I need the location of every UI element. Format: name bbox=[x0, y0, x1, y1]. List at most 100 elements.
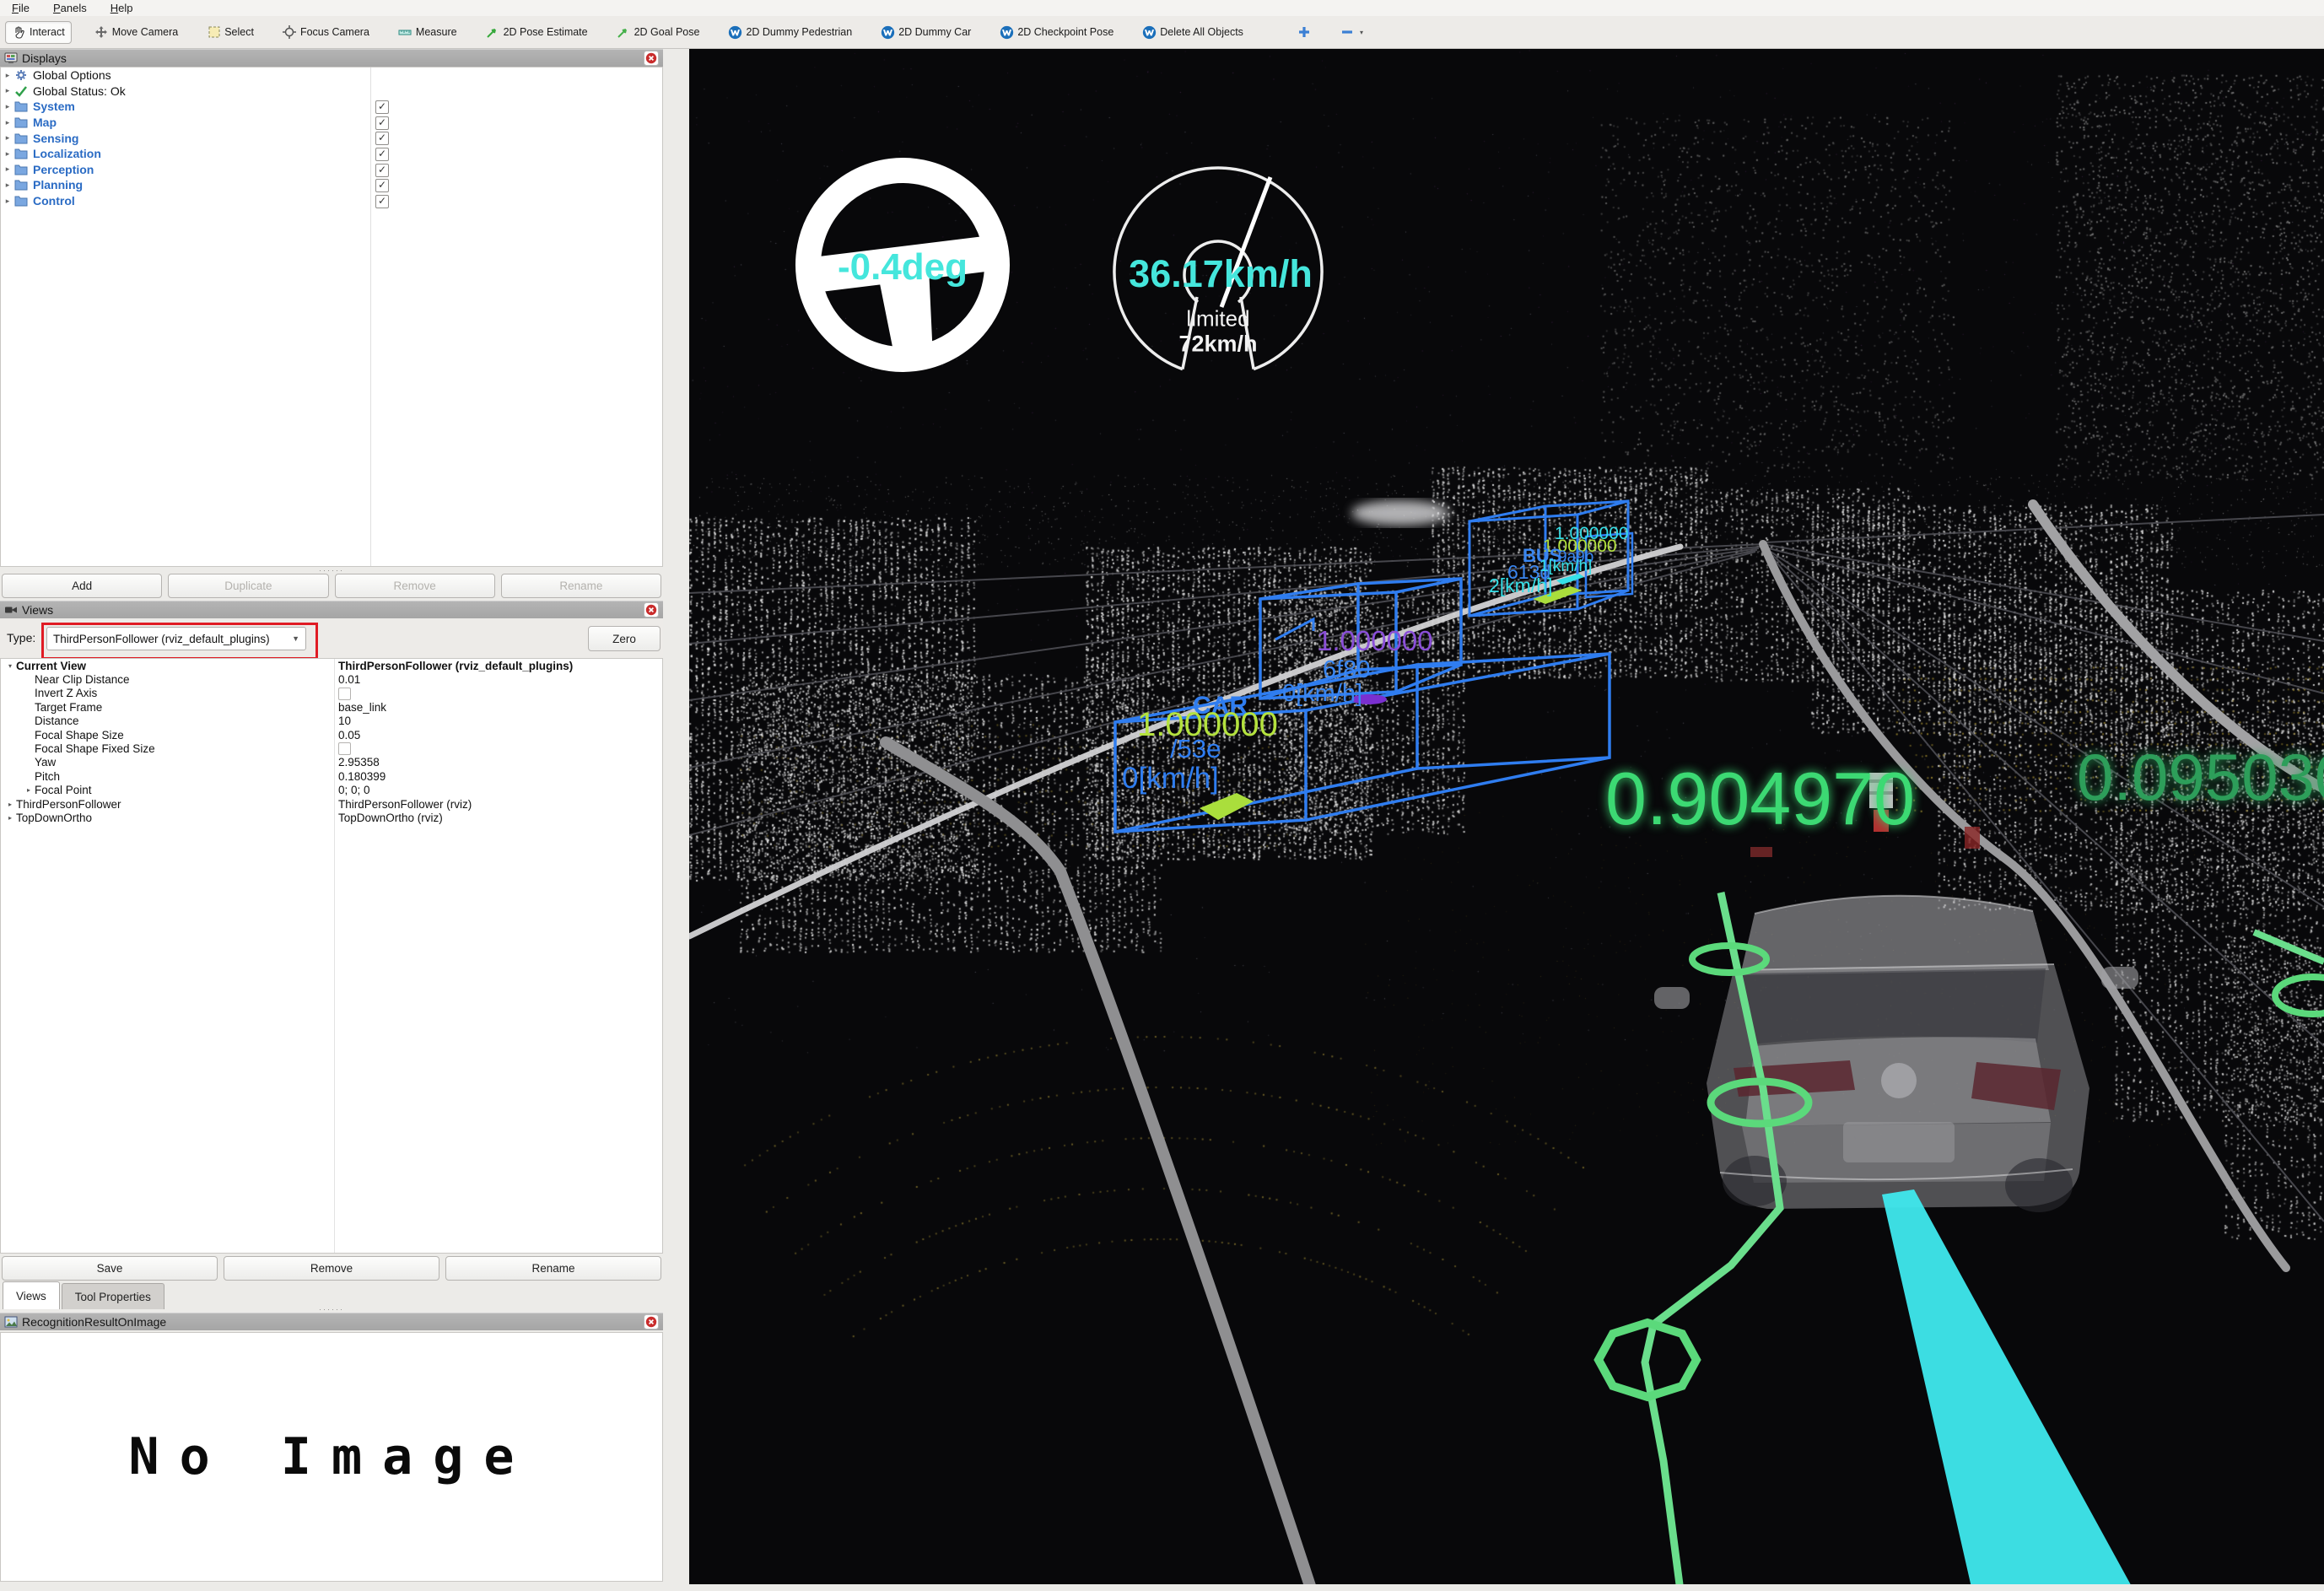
scene-label: 0.904970 bbox=[1605, 756, 1915, 842]
toolbar: Interact Move Camera Select Focus Camera Mea… bbox=[0, 16, 2324, 49]
displays-row-map[interactable]: ▸ Map ✓ bbox=[1, 115, 662, 131]
view-type-dropdown[interactable]: ThirdPersonFollower (rviz_default_plugin… bbox=[46, 627, 306, 650]
toolbar-button-label: Measure bbox=[416, 26, 457, 38]
enabled-checkbox[interactable]: ✓ bbox=[375, 100, 389, 114]
display-row-label: Global Status: Ok bbox=[33, 84, 126, 98]
close-icon[interactable] bbox=[644, 1314, 659, 1329]
view-property-row-invert-z-axis[interactable]: Invert Z Axis bbox=[1, 687, 662, 700]
displays-row-localization[interactable]: ▸Localization✓ bbox=[1, 146, 662, 162]
view-property-row-near-clip-distance[interactable]: Near Clip Distance 0.01 bbox=[1, 672, 662, 686]
property-value[interactable]: 2.95358 bbox=[338, 756, 380, 769]
displays-rename-button[interactable]: Rename bbox=[501, 574, 661, 598]
toolbar-button-2d-dummy-car[interactable]: 2D Dummy Car bbox=[875, 22, 977, 43]
property-value[interactable]: 10 bbox=[338, 715, 351, 727]
caret-down-icon[interactable]: ▾ bbox=[4, 662, 16, 670]
view-property-row-yaw[interactable]: Yaw2.95358 bbox=[1, 756, 662, 769]
toolbar-button-focus-camera[interactable]: Focus Camera bbox=[277, 22, 375, 43]
splitter-handle[interactable]: ······ bbox=[0, 568, 663, 573]
property-value[interactable]: 0.180399 bbox=[338, 770, 386, 783]
displays-row-sensing[interactable]: ▸Sensing✓ bbox=[1, 130, 662, 146]
view-property-row-focal-shape-size[interactable]: Focal Shape Size0.05 bbox=[1, 728, 662, 742]
3d-viewport[interactable]: -0.4deg 36.17km/h limited 72km/h CAR1.00… bbox=[689, 49, 2324, 1584]
caret-right-icon[interactable]: ▸ bbox=[1, 71, 14, 80]
view-property-row-focal-point[interactable]: ▸Focal Point0; 0; 0 bbox=[1, 784, 662, 797]
enabled-checkbox[interactable]: ✓ bbox=[375, 116, 389, 130]
enabled-checkbox[interactable]: ✓ bbox=[375, 132, 389, 145]
enabled-checkbox[interactable]: ✓ bbox=[375, 179, 389, 192]
toolbar-button-2d-goal-pose[interactable]: 2D Goal Pose bbox=[611, 22, 706, 43]
displays-row-global-options[interactable]: ▸ Global Options bbox=[1, 67, 662, 84]
views-rename-button[interactable]: Rename bbox=[445, 1256, 661, 1281]
toolbar-button-interact[interactable]: Interact bbox=[5, 21, 72, 44]
property-checkbox[interactable] bbox=[338, 742, 351, 755]
property-label: Near Clip Distance bbox=[35, 673, 130, 686]
caret-right-icon[interactable]: ▸ bbox=[1, 164, 14, 174]
tab-views[interactable]: Views bbox=[3, 1281, 60, 1309]
displays-row-perception[interactable]: ▸Perception✓ bbox=[1, 162, 662, 178]
view-property-row-topdownortho[interactable]: ▸TopDownOrthoTopDownOrtho (rviz) bbox=[1, 811, 662, 824]
view-property-row-thirdpersonfollower[interactable]: ▸ThirdPersonFollowerThirdPersonFollower … bbox=[1, 797, 662, 811]
splitter-handle[interactable]: ······ bbox=[0, 1307, 663, 1312]
toolbar-button--[interactable] bbox=[1291, 22, 1318, 43]
toolbar-button--[interactable]: ▾ bbox=[1335, 22, 1369, 43]
toolbar-button-2d-dummy-pedestrian[interactable]: 2D Dummy Pedestrian bbox=[722, 22, 858, 43]
chevron-down-icon: ▾ bbox=[1360, 29, 1363, 36]
view-property-row-target-frame[interactable]: Target Frame base_link bbox=[1, 700, 662, 714]
caret-right-icon[interactable]: ▸ bbox=[1, 181, 14, 190]
property-value[interactable]: TopDownOrtho (rviz) bbox=[338, 812, 443, 824]
views-remove-button[interactable]: Remove bbox=[224, 1256, 439, 1281]
caret-right-icon[interactable]: ▸ bbox=[1, 197, 14, 206]
close-icon[interactable] bbox=[644, 602, 659, 618]
enabled-checkbox[interactable]: ✓ bbox=[375, 148, 389, 161]
caret-right-icon[interactable]: ▸ bbox=[4, 801, 16, 808]
displays-remove-button[interactable]: Remove bbox=[335, 574, 495, 598]
property-label: Target Frame bbox=[35, 701, 102, 714]
caret-right-icon[interactable]: ▸ bbox=[1, 86, 14, 95]
scene-label: 0.095030 bbox=[2077, 739, 2324, 816]
caret-right-icon[interactable]: ▸ bbox=[1, 149, 14, 159]
property-value[interactable]: base_link bbox=[338, 701, 386, 714]
image-icon bbox=[4, 1315, 18, 1329]
views-save-button[interactable]: Save bbox=[2, 1256, 218, 1281]
caret-right-icon[interactable]: ▸ bbox=[4, 814, 16, 822]
display-row-label: Global Options bbox=[33, 68, 111, 82]
displays-row-control[interactable]: ▸Control✓ bbox=[1, 193, 662, 209]
close-icon[interactable] bbox=[644, 51, 659, 66]
view-property-row-distance[interactable]: Distance10 bbox=[1, 715, 662, 728]
enabled-checkbox[interactable]: ✓ bbox=[375, 195, 389, 208]
display-row-label: Map bbox=[33, 116, 57, 129]
caret-right-icon[interactable]: ▸ bbox=[23, 786, 35, 794]
enabled-checkbox[interactable]: ✓ bbox=[375, 164, 389, 177]
property-value[interactable]: ThirdPersonFollower (rviz) bbox=[338, 798, 472, 811]
view-property-row-focal-shape-fixed-size[interactable]: Focal Shape Fixed Size bbox=[1, 742, 662, 755]
property-value[interactable]: ThirdPersonFollower (rviz_default_plugin… bbox=[338, 660, 573, 672]
displays-add-button[interactable]: Add bbox=[2, 574, 162, 598]
displays-row-global-status-ok[interactable]: ▸ Global Status: Ok bbox=[1, 84, 662, 100]
caret-right-icon[interactable]: ▸ bbox=[1, 133, 14, 143]
toolbar-button-2d-pose-estimate[interactable]: 2D Pose Estimate bbox=[480, 22, 594, 43]
caret-right-icon[interactable]: ▸ bbox=[1, 118, 14, 127]
displays-row-planning[interactable]: ▸Planning✓ bbox=[1, 177, 662, 193]
view-property-row-current-view[interactable]: ▾Current ViewThirdPersonFollower (rviz_d… bbox=[1, 659, 662, 672]
menu-item-help[interactable]: Help bbox=[99, 0, 145, 16]
displays-duplicate-button[interactable]: Duplicate bbox=[168, 574, 328, 598]
caret-right-icon[interactable]: ▸ bbox=[1, 102, 14, 111]
menu-item-file[interactable]: File bbox=[0, 0, 41, 16]
toolbar-button-move-camera[interactable]: Move Camera bbox=[89, 22, 185, 43]
displays-row-system[interactable]: ▸System✓ bbox=[1, 99, 662, 115]
zero-button[interactable]: Zero bbox=[588, 626, 661, 651]
type-label: Type: bbox=[7, 631, 35, 644]
property-value[interactable]: 0.05 bbox=[338, 729, 360, 742]
toolbar-button-delete-all-objects[interactable]: Delete All Objects bbox=[1136, 22, 1249, 43]
tab-tool-properties[interactable]: Tool Properties bbox=[62, 1283, 164, 1309]
view-property-row-pitch[interactable]: Pitch0.180399 bbox=[1, 769, 662, 783]
speed-limit-value: 72km/h bbox=[1178, 332, 1257, 358]
toolbar-button-measure[interactable]: Measure bbox=[392, 22, 463, 43]
toolbar-button-2d-checkpoint-pose[interactable]: 2D Checkpoint Pose bbox=[994, 22, 1119, 43]
property-value[interactable]: 0.01 bbox=[338, 673, 360, 686]
recognition-panel-title: RecognitionResultOnImage bbox=[22, 1315, 166, 1329]
toolbar-button-select[interactable]: Select bbox=[201, 22, 260, 43]
property-value[interactable]: 0; 0; 0 bbox=[338, 784, 370, 796]
menu-item-panels[interactable]: Panels bbox=[41, 0, 99, 16]
property-checkbox[interactable] bbox=[338, 688, 351, 700]
